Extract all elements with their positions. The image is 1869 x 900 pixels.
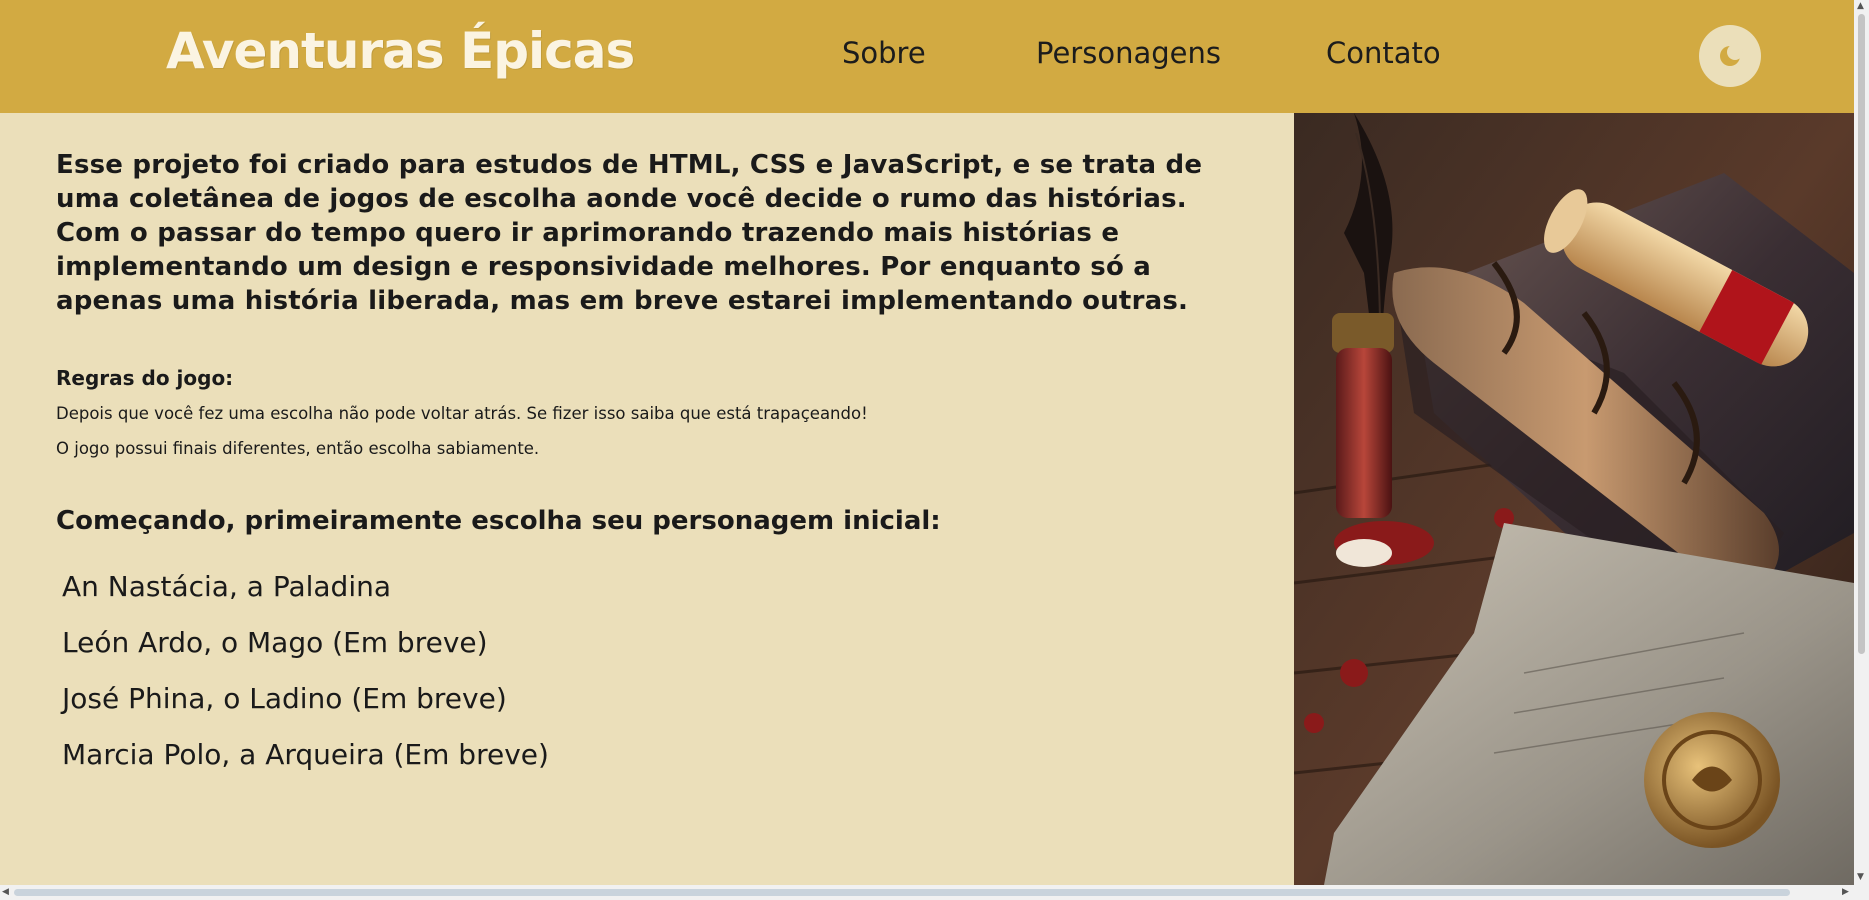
hero-illustration — [1294, 113, 1854, 885]
nav-link-sobre[interactable]: Sobre — [842, 36, 926, 70]
horizontal-scrollbar[interactable]: ◀ ▶ — [0, 885, 1854, 900]
character-option-mago[interactable]: León Ardo, o Mago (Em breve) — [62, 626, 488, 659]
site-logo[interactable]: Aventuras Épicas — [166, 22, 635, 80]
writing-desk-illustration — [1294, 113, 1854, 885]
nav-link-contato[interactable]: Contato — [1326, 36, 1441, 70]
moon-icon — [1720, 44, 1743, 66]
nav-link-personagens[interactable]: Personagens — [1036, 36, 1221, 70]
character-option-paladina[interactable]: An Nastácia, a Paladina — [62, 570, 391, 603]
start-title: Começando, primeiramente escolha seu per… — [56, 506, 941, 536]
main-content: Esse projeto foi criado para estudos de … — [0, 113, 1294, 885]
rule-item: Depois que você fez uma escolha não pode… — [56, 404, 868, 423]
vertical-scrollbar[interactable]: ▲ ▼ — [1854, 0, 1869, 900]
site-header: Aventuras Épicas Sobre Personagens Conta… — [0, 0, 1854, 113]
intro-text: Esse projeto foi criado para estudos de … — [56, 150, 1203, 316]
scroll-right-arrow-icon[interactable]: ▶ — [1842, 887, 1849, 897]
theme-toggle-button[interactable] — [1699, 25, 1761, 87]
horizontal-scroll-thumb[interactable] — [14, 889, 1790, 896]
rule-item: O jogo possui finais diferentes, então e… — [56, 439, 540, 458]
scroll-down-arrow-icon[interactable]: ▼ — [1857, 872, 1864, 882]
character-option-arqueira[interactable]: Marcia Polo, a Arqueira (Em breve) — [62, 738, 549, 771]
scroll-left-arrow-icon[interactable]: ◀ — [2, 887, 9, 897]
vertical-scroll-thumb[interactable] — [1858, 14, 1865, 654]
scroll-up-arrow-icon[interactable]: ▲ — [1857, 1, 1864, 11]
character-option-ladino[interactable]: José Phina, o Ladino (Em breve) — [62, 682, 507, 715]
rules-title: Regras do jogo: — [56, 366, 234, 390]
